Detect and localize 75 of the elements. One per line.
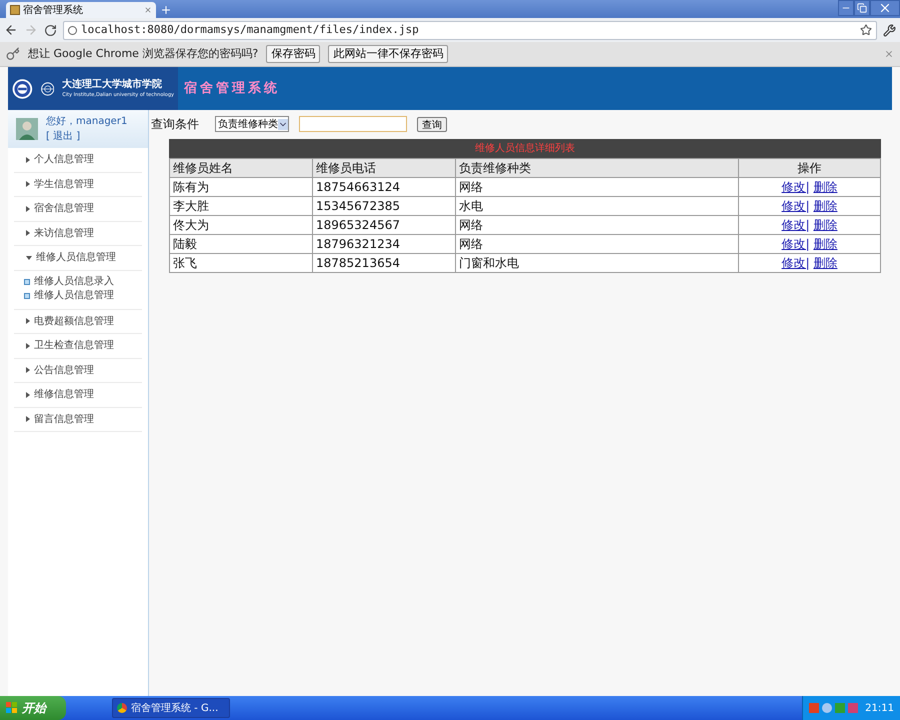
url-text: localhost:8080/dormamsys/manamgment/files/index.jsp bbox=[81, 22, 420, 38]
bookmark-star-icon[interactable] bbox=[860, 24, 872, 36]
query-label: 查询条件 bbox=[151, 116, 199, 133]
browser-tab[interactable]: 宿舍管理系统 bbox=[6, 2, 156, 18]
bullet-icon bbox=[24, 292, 30, 298]
caret-right-icon bbox=[26, 392, 30, 398]
close-icon[interactable] bbox=[870, 0, 900, 16]
close-icon[interactable] bbox=[884, 49, 894, 59]
favicon-icon bbox=[10, 5, 20, 15]
bullet-icon bbox=[24, 278, 30, 284]
caret-right-icon bbox=[26, 342, 30, 349]
new-tab-icon[interactable] bbox=[160, 4, 172, 16]
logout-link[interactable]: [ 退出 ] bbox=[46, 129, 128, 144]
key-icon bbox=[6, 47, 20, 61]
caret-down-icon bbox=[26, 256, 32, 260]
query-button[interactable]: 查询 bbox=[417, 116, 447, 132]
sidebar-item[interactable]: 电费超额信息管理 bbox=[14, 310, 142, 334]
restore-icon[interactable] bbox=[854, 0, 870, 16]
category-select[interactable]: 负责维修种类 bbox=[215, 116, 289, 132]
windows-logo-icon bbox=[6, 702, 18, 714]
sidebar-item[interactable]: 学生信息管理 bbox=[14, 172, 142, 197]
submenu-item[interactable]: 维修人员信息录入 bbox=[14, 274, 142, 288]
caret-right-icon bbox=[26, 230, 30, 236]
column-header: 维修员姓名 bbox=[170, 158, 312, 178]
caret-right-icon bbox=[26, 416, 30, 422]
delete-link[interactable]: 删除 bbox=[813, 237, 838, 251]
edit-link[interactable]: 修改| bbox=[782, 180, 810, 194]
taskbar-task[interactable]: 宿舍管理系统 - G... bbox=[112, 698, 230, 718]
dropdown-icon bbox=[278, 118, 288, 130]
wrench-icon[interactable] bbox=[883, 24, 896, 36]
table-cell: 18785213654 bbox=[312, 254, 456, 272]
column-header: 负责维修种类 bbox=[456, 158, 738, 178]
infobar-button[interactable]: 此网站一律不保存密码 bbox=[328, 45, 448, 63]
delete-link[interactable]: 删除 bbox=[813, 199, 838, 213]
column-header: 维修员电话 bbox=[312, 158, 456, 178]
sidebar-item[interactable]: 维修人员信息管理 bbox=[14, 246, 142, 270]
chrome-icon bbox=[117, 703, 127, 713]
submenu-item[interactable]: 维修人员信息管理 bbox=[14, 288, 142, 302]
edit-link[interactable]: 修改| bbox=[782, 218, 810, 232]
caret-right-icon bbox=[26, 156, 30, 163]
tab-title: 宿舍管理系统 bbox=[23, 4, 84, 18]
system-title: 宿舍管理系统 bbox=[184, 80, 280, 98]
column-header: 操作 bbox=[738, 158, 880, 178]
back-icon[interactable] bbox=[4, 23, 18, 37]
search-field[interactable] bbox=[299, 116, 407, 132]
table-cell: 门窗和水电 bbox=[456, 254, 738, 272]
minimize-icon[interactable] bbox=[838, 0, 854, 16]
caret-right-icon bbox=[26, 206, 30, 212]
table-cell: 张飞 bbox=[170, 254, 312, 272]
close-icon[interactable] bbox=[144, 6, 152, 14]
delete-link[interactable]: 删除 bbox=[813, 218, 838, 232]
clock: 21:11 bbox=[865, 702, 894, 716]
infobar-button[interactable]: 保存密码 bbox=[266, 45, 320, 63]
user-greeting: 您好，manager1 bbox=[46, 115, 128, 129]
delete-link[interactable]: 删除 bbox=[813, 180, 838, 194]
edit-link[interactable]: 修改| bbox=[782, 199, 810, 213]
caret-right-icon bbox=[26, 181, 30, 188]
sidebar-item[interactable]: 宿舍信息管理 bbox=[14, 197, 142, 222]
school-name: 大连理工大学城市学院 bbox=[62, 77, 164, 92]
edit-link[interactable]: 修改| bbox=[782, 237, 810, 251]
infobar-message: 想让 Google Chrome 浏览器保存您的密码吗? bbox=[28, 46, 258, 62]
edit-link[interactable]: 修改| bbox=[782, 256, 810, 270]
sidebar-item[interactable]: 维修信息管理 bbox=[14, 383, 142, 408]
sidebar-item[interactable]: 个人信息管理 bbox=[14, 148, 142, 172]
table-title: 维修人员信息详细列表 bbox=[475, 142, 575, 156]
address-bar[interactable]: localhost:8080/dormamsys/manamgment/files/index.jsp bbox=[63, 20, 877, 40]
sidebar-item[interactable]: 公告信息管理 bbox=[14, 358, 142, 383]
reload-icon[interactable] bbox=[44, 24, 57, 36]
sidebar-item[interactable]: 卫生检查信息管理 bbox=[14, 334, 142, 358]
caret-right-icon bbox=[26, 318, 30, 324]
sidebar-item[interactable]: 留言信息管理 bbox=[14, 408, 142, 432]
avatar-icon bbox=[16, 118, 38, 140]
delete-link[interactable]: 删除 bbox=[813, 256, 838, 270]
caret-right-icon bbox=[26, 367, 30, 374]
sidebar-item[interactable]: 来访信息管理 bbox=[14, 222, 142, 246]
